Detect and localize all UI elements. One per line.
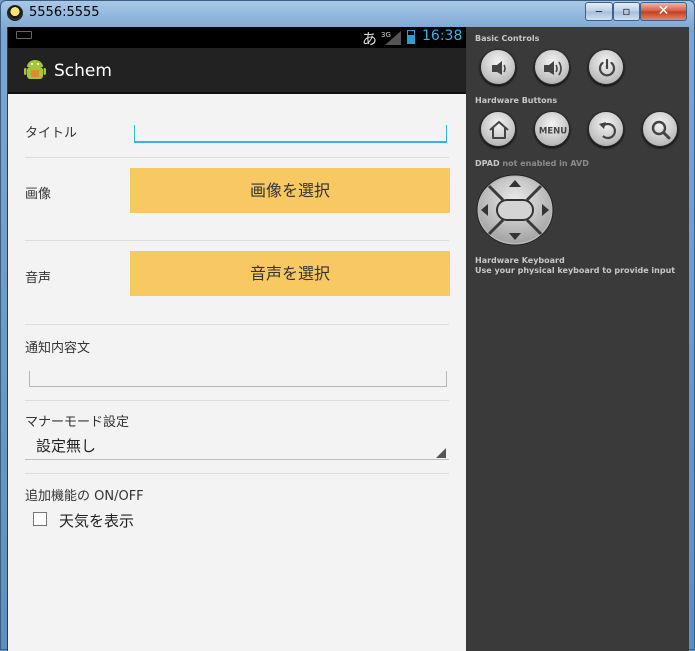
menu-button[interactable]: MENU xyxy=(534,111,570,147)
title-input[interactable] xyxy=(134,125,447,143)
extra-features-label: 追加機能の ON/OFF xyxy=(25,489,144,504)
keyboard-icon xyxy=(16,31,32,39)
close-button[interactable]: ✕ xyxy=(640,2,687,21)
sound-label: 音声 xyxy=(25,271,52,286)
dpad-note: not enabled in AVD xyxy=(502,159,589,168)
android-app-icon xyxy=(24,60,46,79)
signal-icon: 3G xyxy=(381,31,401,45)
menu-icon: MENU xyxy=(539,127,567,137)
dpad-title: DPAD xyxy=(475,159,500,168)
notice-label: 通知内容文 xyxy=(25,341,91,356)
dpad-heading: DPAD not enabled in AVD xyxy=(475,159,589,168)
divider xyxy=(25,400,449,401)
search-button[interactable] xyxy=(642,111,678,147)
emulator-logo-icon xyxy=(7,5,23,21)
manner-mode-spinner[interactable]: 設定無し xyxy=(36,435,96,456)
dpad-center-button[interactable] xyxy=(496,199,534,221)
dpad-control[interactable] xyxy=(475,174,555,246)
divider xyxy=(25,157,449,158)
hardware-buttons-heading: Hardware Buttons xyxy=(475,96,558,105)
maximize-button[interactable]: ▫ xyxy=(613,2,640,21)
title-bar[interactable]: 5556:5555 ‒ ▫ ✕ xyxy=(1,1,694,27)
notice-text-input[interactable] xyxy=(29,371,447,387)
volume-up-icon xyxy=(544,61,562,76)
select-sound-button[interactable]: 音声を選択 xyxy=(130,251,450,296)
weather-checkbox-label[interactable]: 天気を表示 xyxy=(59,510,134,531)
volume-down-icon xyxy=(492,61,506,75)
power-button[interactable] xyxy=(588,49,624,85)
app-title: Schem xyxy=(54,61,112,81)
divider xyxy=(25,473,449,474)
status-clock: 16:38 xyxy=(422,28,463,44)
ime-indicator: あ xyxy=(362,30,378,48)
menu-label: MENU xyxy=(539,127,567,137)
back-button[interactable] xyxy=(588,111,624,147)
window-title: 5556:5555 xyxy=(29,5,100,20)
emulator-window: 5556:5555 ‒ ▫ ✕ あ 3G 16:38 Schem タイトル 画像… xyxy=(0,0,695,651)
basic-controls-heading: Basic Controls xyxy=(475,34,540,43)
home-icon xyxy=(489,121,509,139)
action-bar: Schem xyxy=(8,48,466,94)
weather-checkbox[interactable] xyxy=(33,512,47,526)
dropdown-corner-icon[interactable] xyxy=(436,448,446,458)
manner-mode-label: マナーモード設定 xyxy=(25,415,130,430)
spinner-underline xyxy=(25,459,449,460)
back-icon xyxy=(599,122,616,140)
device-screen: あ 3G 16:38 Schem タイトル 画像 画像を選択 音声 音声を選択 … xyxy=(8,27,466,651)
battery-icon xyxy=(407,30,415,44)
volume-down-button[interactable] xyxy=(480,49,516,85)
select-image-button[interactable]: 画像を選択 xyxy=(130,168,450,213)
keyboard-note: Use your physical keyboard to provide in… xyxy=(475,266,676,275)
divider xyxy=(25,324,449,325)
image-label: 画像 xyxy=(25,187,52,202)
power-icon xyxy=(598,58,616,77)
network-type: 3G xyxy=(381,31,391,39)
title-label: タイトル xyxy=(25,126,78,141)
status-bar: あ 3G 16:38 xyxy=(8,27,466,48)
search-icon xyxy=(651,120,671,140)
home-button[interactable] xyxy=(480,111,516,147)
volume-up-button[interactable] xyxy=(534,49,570,85)
minimize-button[interactable]: ‒ xyxy=(585,2,613,21)
emulator-controls-panel: Basic Controls Hardware Buttons MENU DPA… xyxy=(467,27,689,651)
divider xyxy=(25,240,449,241)
keyboard-heading: Hardware Keyboard xyxy=(475,256,565,265)
